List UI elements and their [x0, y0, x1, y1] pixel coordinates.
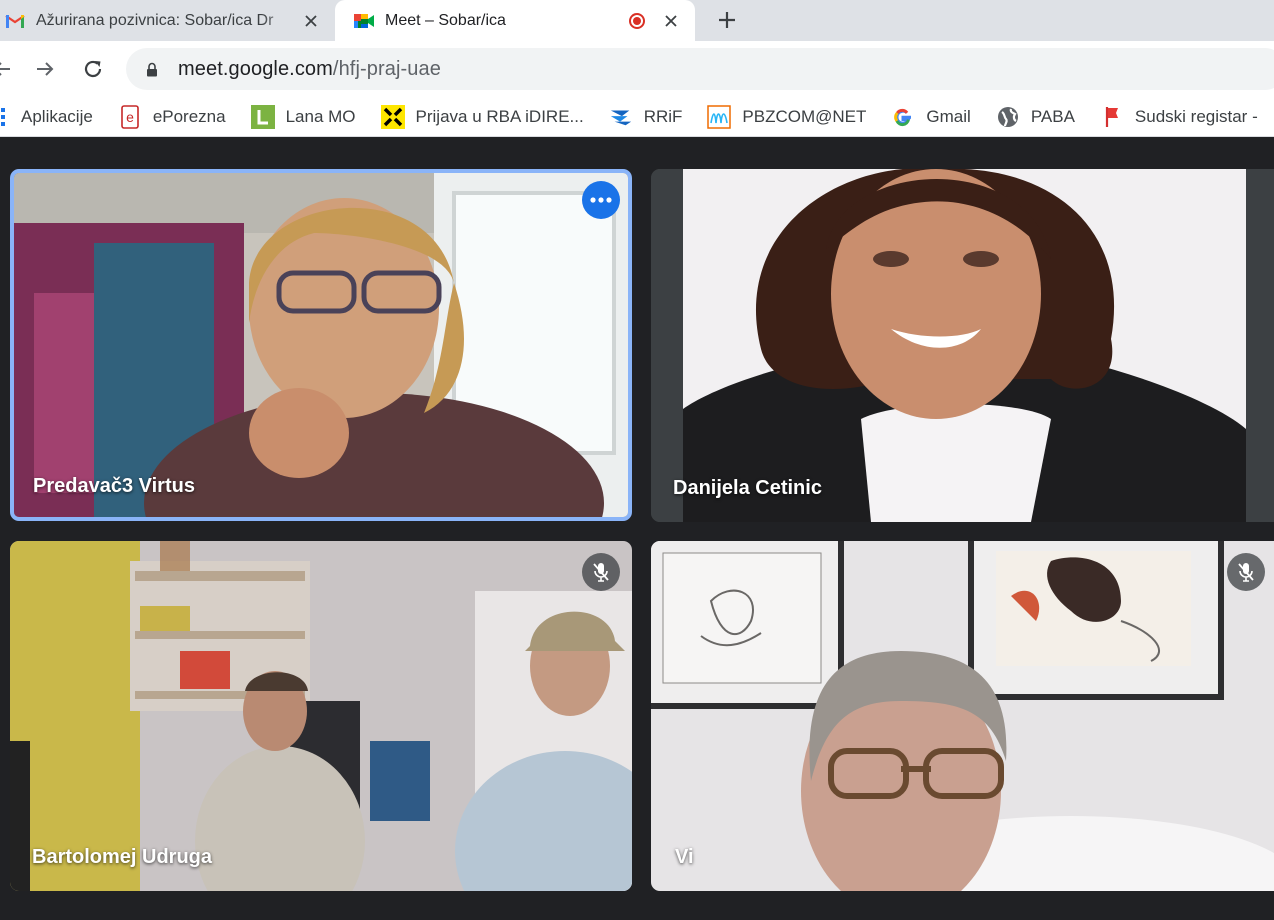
participant-tile-danijela-cetinic[interactable]: Danijela Cetinic	[651, 169, 1274, 522]
eporezna-icon: e	[118, 104, 142, 129]
gmail-icon	[4, 11, 26, 31]
self-muted-button[interactable]	[1227, 553, 1265, 591]
tab-gmail-invitation[interactable]: Ažurirana pozivnica: Sobar/ica Dr	[0, 0, 335, 41]
bookmark-gmail[interactable]: Gmail	[891, 105, 971, 129]
bookmark-rrif[interactable]: RRiF	[609, 105, 683, 129]
bookmark-label: PBZCOM@NET	[742, 106, 867, 126]
url-host: meet.google.com	[178, 57, 333, 80]
google-meet-icon	[353, 11, 375, 31]
more-horizontal-icon	[590, 197, 612, 203]
bookmark-pbzcomnet[interactable]: PBZCOM@NET	[707, 104, 867, 129]
red-flag-icon	[1100, 105, 1124, 129]
svg-text:e: e	[126, 109, 134, 125]
participant-name: Bartolomej Udruga	[32, 846, 213, 868]
bookmark-lana-mo[interactable]: Lana MO	[250, 104, 356, 129]
bookmark-label: Lana MO	[285, 106, 356, 126]
bookmark-label: Aplikacije	[21, 106, 93, 126]
lock-icon	[144, 60, 160, 78]
participant-tile-self[interactable]: Vi	[651, 541, 1274, 891]
plus-icon	[719, 12, 735, 28]
browser-toolbar: meet.google.com/hfj-praj-uae	[0, 41, 1274, 97]
bookmark-label: Sudski registar -	[1134, 106, 1258, 126]
bookmark-label: ePorezna	[152, 106, 226, 126]
arrow-left-icon	[0, 62, 10, 76]
more-options-button[interactable]	[582, 181, 620, 219]
reload-icon	[84, 60, 102, 78]
bookmark-label: Gmail	[926, 106, 971, 126]
bookmark-aplikacije[interactable]: Aplikacije	[0, 105, 93, 129]
close-tab-icon[interactable]	[301, 11, 321, 31]
participant-video	[14, 173, 628, 517]
tab-meet[interactable]: Meet – Sobar/ica	[335, 0, 695, 41]
url-text: meet.google.com/hfj-praj-uae	[178, 58, 441, 81]
bookmark-paba[interactable]: PABA	[996, 105, 1075, 129]
microphone-off-icon	[1238, 563, 1254, 582]
participant-muted-button[interactable]	[582, 553, 620, 591]
lana-l-icon	[250, 104, 275, 129]
participant-name: Predavač3 Virtus	[33, 475, 195, 497]
rrif-icon	[609, 105, 633, 129]
participant-tile-bartolomej-udruga[interactable]: Bartolomej Udruga	[10, 541, 632, 891]
bookmark-rba-idirekt[interactable]: Prijava u RBA iDIRE...	[380, 104, 584, 129]
participant-name: Danijela Cetinic	[673, 477, 822, 499]
arrow-right-icon	[37, 62, 54, 76]
raiffeisen-icon	[380, 104, 405, 129]
tab-title: Meet – Sobar/ica	[385, 11, 506, 29]
bookmark-label: PABA	[1030, 106, 1075, 126]
bookmark-label: Prijava u RBA iDIRE...	[415, 106, 584, 126]
microphone-off-icon	[593, 563, 609, 582]
browser-tab-strip: Ažurirana pozivnica: Sobar/ica Dr Meet –…	[0, 0, 1274, 41]
participant-tile-predavac3-virtus[interactable]: Predavač3 Virtus	[10, 169, 632, 521]
participant-video	[651, 541, 1274, 891]
bookmark-eporezna[interactable]: e ePorezna	[118, 104, 226, 129]
forward-button[interactable]	[31, 55, 59, 83]
google-g-icon	[891, 105, 915, 129]
url-path: /hfj-praj-uae	[332, 57, 441, 80]
address-bar[interactable]: meet.google.com/hfj-praj-uae	[126, 48, 1274, 90]
meeting-stage: Predavač3 Virtus Danijela Cetinic Bartol…	[0, 145, 1274, 920]
globe-icon	[996, 105, 1020, 129]
new-tab-button[interactable]	[712, 5, 742, 35]
apps-grid-icon	[0, 105, 8, 129]
tab-title: Ažurirana pozivnica: Sobar/ica Dr	[36, 11, 274, 29]
participant-name: Vi	[675, 846, 694, 868]
pbz-icon	[707, 104, 732, 129]
reload-button[interactable]	[79, 55, 107, 83]
bookmark-label: RRiF	[643, 106, 683, 126]
participant-video	[10, 541, 632, 891]
participant-video	[651, 169, 1274, 522]
back-button[interactable]	[0, 55, 16, 83]
close-tab-icon[interactable]	[661, 11, 681, 31]
recording-indicator-icon	[629, 12, 645, 29]
bookmarks-bar: Aplikacije e ePorezna Lana MO Prijava u …	[0, 97, 1274, 137]
bookmark-sudski-registar[interactable]: Sudski registar -	[1100, 105, 1258, 129]
